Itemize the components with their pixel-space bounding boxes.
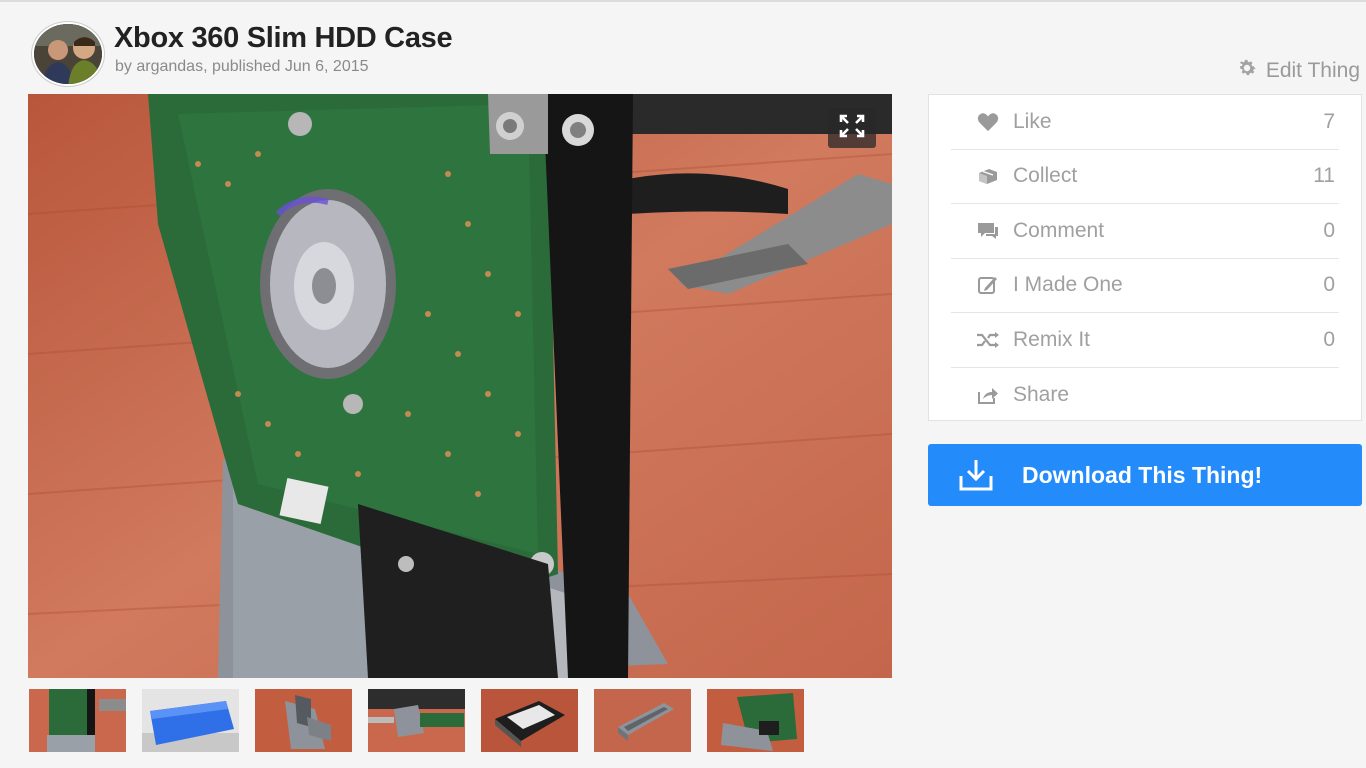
made-one-label: I Made One (1013, 273, 1123, 297)
main-photo[interactable] (28, 94, 892, 678)
remix-count: 0 (1323, 327, 1335, 351)
collect-count: 11 (1313, 164, 1335, 188)
thumbnail[interactable] (255, 689, 352, 752)
gear-icon (1236, 57, 1258, 85)
edit-thing-label: Edit Thing (1265, 59, 1360, 82)
like-label: Like (1013, 109, 1052, 133)
thumbnail[interactable] (594, 689, 691, 752)
collect-icon (975, 165, 1001, 187)
author-avatar[interactable] (32, 22, 104, 86)
thumbnail[interactable] (707, 689, 804, 752)
byline: by argandas, published Jun 6, 2015 (115, 58, 369, 75)
fullscreen-button[interactable] (828, 108, 876, 148)
expand-icon (838, 113, 866, 144)
thing-actions-panel: Like 7 Collect 11 Comment 0 I Made One 0… (928, 94, 1362, 421)
share-button[interactable]: Share (951, 368, 1339, 423)
share-label: Share (1013, 382, 1070, 406)
page-title: Xbox 360 Slim HDD Case (114, 22, 453, 54)
remix-icon (975, 329, 1001, 351)
thumbnail[interactable] (368, 689, 465, 752)
remix-label: Remix It (1013, 327, 1091, 351)
remix-button[interactable]: Remix It 0 (951, 313, 1339, 368)
download-label: Download This Thing! (1022, 461, 1263, 488)
edit-thing-button[interactable]: Edit Thing (1236, 57, 1360, 85)
thumbnail[interactable] (29, 689, 126, 752)
comment-icon (975, 220, 1001, 242)
heart-icon (975, 111, 1001, 133)
collect-label: Collect (1013, 164, 1078, 188)
made-one-count: 0 (1323, 273, 1335, 297)
top-divider (0, 0, 1366, 2)
like-button[interactable]: Like 7 (951, 95, 1339, 150)
share-icon (975, 384, 1001, 406)
download-button[interactable]: Download This Thing! (928, 444, 1362, 506)
comment-count: 0 (1323, 218, 1335, 242)
collect-button[interactable]: Collect 11 (951, 150, 1339, 204)
comment-button[interactable]: Comment 0 (951, 204, 1339, 259)
thumbnail-strip (29, 689, 804, 752)
made-one-icon (975, 274, 1001, 296)
made-one-button[interactable]: I Made One 0 (951, 259, 1339, 313)
download-icon (956, 455, 996, 495)
thumbnail[interactable] (481, 689, 578, 752)
like-count: 7 (1323, 109, 1335, 133)
comment-label: Comment (1013, 218, 1105, 242)
thumbnail[interactable] (142, 689, 239, 752)
